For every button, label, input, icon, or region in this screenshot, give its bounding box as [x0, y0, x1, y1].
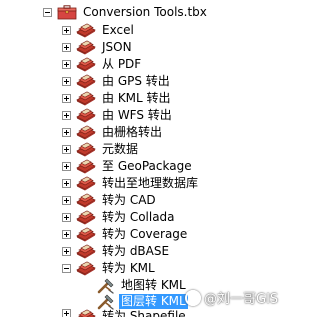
- toolset-icon: [76, 108, 96, 123]
- toolset-label: 转为 CAD: [102, 193, 156, 207]
- watermark: @刘一哥GIS: [185, 288, 278, 307]
- toolset-to-kml[interactable]: 转为 KML: [62, 260, 157, 277]
- tool-label: 地图转 KML: [121, 278, 186, 292]
- toolset-icon: [76, 91, 96, 106]
- toolset-label: 转为 Collada: [102, 210, 175, 224]
- toolset-label: 转为 Shapefile: [102, 309, 186, 317]
- toolset-to-geopackage[interactable]: 至 GeoPackage: [62, 158, 194, 175]
- toolbox-label: Conversion Tools.tbx: [83, 5, 207, 19]
- toolset-label: 转出至地理数据库: [102, 176, 199, 190]
- toolset-label: JSON: [102, 40, 132, 54]
- toolset-label: 由 WFS 转出: [102, 108, 172, 122]
- toolset-icon: [76, 176, 96, 191]
- toolset-from-raster[interactable]: 由栅格转出: [62, 124, 164, 141]
- tool-map-to-kml[interactable]: 地图转 KML: [96, 277, 188, 294]
- toolbox-icon: [57, 5, 77, 20]
- expand-expander[interactable]: [62, 196, 71, 205]
- toolset-label: 转为 KML: [102, 261, 155, 275]
- toolset-label: 转为 dBASE: [102, 244, 170, 258]
- expand-expander[interactable]: [62, 94, 71, 103]
- toolset-icon: [76, 227, 96, 242]
- toolset-icon: [76, 23, 96, 38]
- toolset-icon: [76, 309, 96, 317]
- toolset-metadata[interactable]: 元数据: [62, 141, 140, 158]
- expand-expander[interactable]: [62, 77, 71, 86]
- toolset-to-dbase[interactable]: 转为 dBASE: [62, 243, 171, 260]
- toolset-from-kml[interactable]: 由 KML 转出: [62, 90, 173, 107]
- toolbox-tree: Conversion Tools.tbx Excel JSON 从 PDF 由 …: [0, 0, 297, 317]
- tool-label-selected: 图层转 KML: [119, 294, 188, 309]
- toolset-from-pdf[interactable]: 从 PDF: [62, 56, 143, 73]
- toolset-to-collada[interactable]: 转为 Collada: [62, 209, 177, 226]
- tree-node-toolbox[interactable]: Conversion Tools.tbx: [43, 4, 209, 21]
- expand-expander[interactable]: [62, 111, 71, 120]
- toolset-icon: [76, 244, 96, 259]
- toolset-from-wfs[interactable]: 由 WFS 转出: [62, 107, 174, 124]
- expand-expander[interactable]: [62, 230, 71, 239]
- toolset-label: 由栅格转出: [102, 125, 163, 139]
- toolset-icon: [76, 74, 96, 89]
- toolset-label: 至 GeoPackage: [102, 159, 192, 173]
- toolset-label: Excel: [102, 23, 134, 37]
- toolset-label: 由 GPS 转出: [102, 74, 170, 88]
- toolset-icon: [76, 40, 96, 55]
- toolset-from-gps[interactable]: 由 GPS 转出: [62, 73, 172, 90]
- expand-expander[interactable]: [62, 213, 71, 222]
- expand-expander[interactable]: [62, 128, 71, 137]
- toolset-icon: [76, 142, 96, 157]
- hammer-tool-icon: [96, 278, 116, 294]
- expand-expander[interactable]: [62, 145, 71, 154]
- expand-expander[interactable]: [62, 179, 71, 188]
- expand-expander[interactable]: [62, 26, 71, 35]
- toolset-label: 从 PDF: [102, 57, 142, 71]
- expand-expander[interactable]: [62, 247, 71, 256]
- toolset-to-shapefile[interactable]: 转为 Shapefile: [62, 309, 188, 317]
- collapse-expander[interactable]: [43, 8, 52, 17]
- toolset-label: 转为 Coverage: [102, 227, 188, 241]
- toolset-to-coverage[interactable]: 转为 Coverage: [62, 226, 189, 243]
- toolset-icon: [76, 210, 96, 225]
- toolset-to-cad[interactable]: 转为 CAD: [62, 192, 158, 209]
- expand-expander[interactable]: [62, 162, 71, 171]
- weibo-logo-icon: [185, 289, 201, 306]
- toolset-icon: [76, 57, 96, 72]
- collapse-expander[interactable]: [62, 264, 71, 273]
- toolset-icon: [76, 159, 96, 174]
- tool-layer-to-kml[interactable]: 图层转 KML: [96, 293, 188, 310]
- toolset-label: 元数据: [102, 142, 139, 156]
- toolset-label: 由 KML 转出: [102, 91, 171, 105]
- watermark-text: @刘一哥GIS: [204, 292, 279, 307]
- hammer-tool-icon: [96, 294, 116, 310]
- expand-expander[interactable]: [62, 60, 71, 69]
- toolset-icon: [76, 193, 96, 208]
- expand-expander[interactable]: [62, 43, 71, 52]
- expand-expander[interactable]: [62, 309, 71, 317]
- toolset-icon: [76, 261, 96, 276]
- toolset-to-geodatabase[interactable]: 转出至地理数据库: [62, 175, 200, 192]
- toolset-excel[interactable]: Excel: [62, 22, 136, 39]
- toolset-icon: [76, 125, 96, 140]
- toolset-json[interactable]: JSON: [62, 39, 134, 56]
